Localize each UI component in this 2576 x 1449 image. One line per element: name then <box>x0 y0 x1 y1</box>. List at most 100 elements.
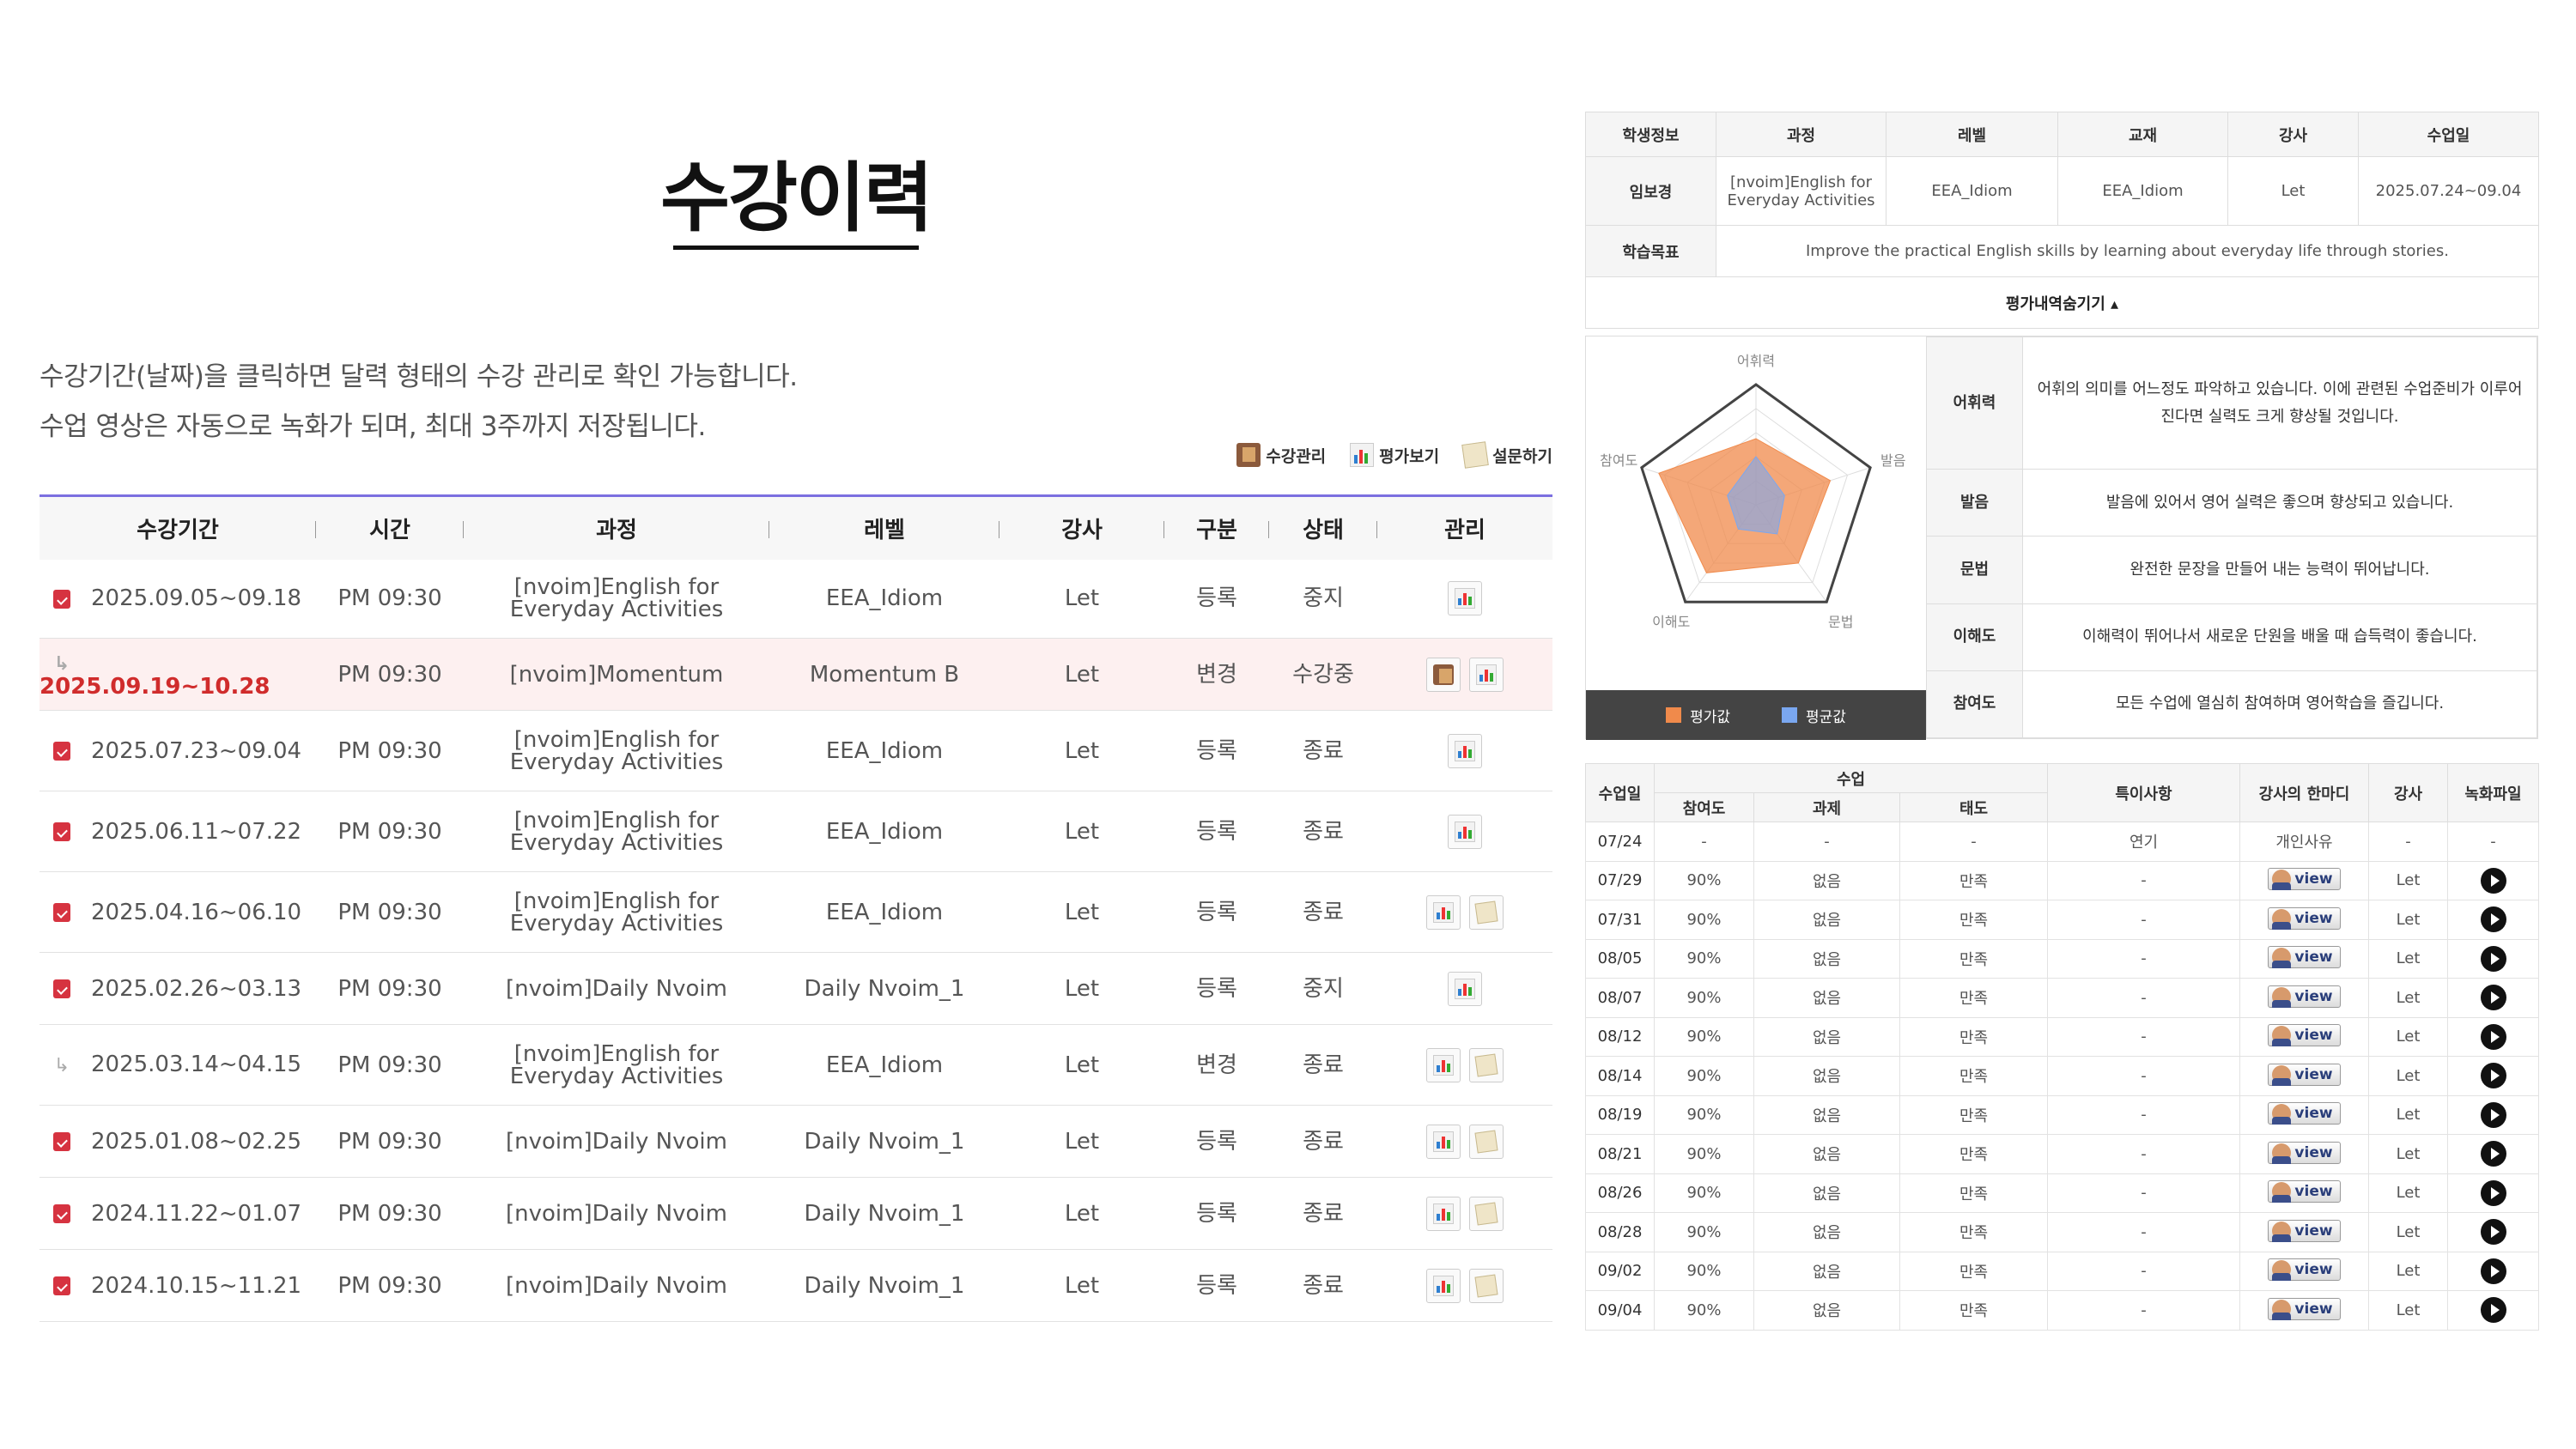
survey-row-button[interactable] <box>1469 1047 1504 1082</box>
teacher-comment-view-button[interactable]: view <box>2268 1063 2341 1086</box>
legend-score-swatch <box>1666 707 1682 723</box>
view-evaluation-label: 평가보기 <box>1379 446 1440 466</box>
period-cell[interactable]: 2024.11.22~01.07 <box>39 1177 316 1250</box>
play-icon[interactable] <box>2480 906 2506 933</box>
course-manage-button[interactable]: 수강관리 <box>1236 443 1326 467</box>
evaluation-chart-button[interactable] <box>1426 1268 1461 1303</box>
period-cell[interactable]: 2025.07.23~09.04 <box>39 710 316 791</box>
header-teacher: 강사 <box>999 496 1164 560</box>
type-cell: 등록 <box>1164 559 1269 639</box>
legend-score: 평가값 <box>1666 705 1730 726</box>
manage-cell <box>1377 871 1552 953</box>
evaluation-chart-button[interactable] <box>1448 814 1482 849</box>
teacher-comment-cell: view <box>2239 1016 2369 1057</box>
type-cell: 변경 <box>1164 638 1269 711</box>
course-cell: [nvoim]Momentum <box>464 638 769 711</box>
book-icon <box>1236 443 1261 467</box>
teacher-comment-cell: view <box>2239 1290 2369 1331</box>
teacher-comment-cell: view <box>2239 900 2369 940</box>
survey-row-button[interactable] <box>1469 1196 1504 1231</box>
period-cell[interactable]: 2025.06.11~07.22 <box>39 791 316 872</box>
period-cell[interactable]: 2025.04.16~06.10 <box>39 871 316 953</box>
period-cell[interactable]: 2025.02.26~03.13 <box>39 952 316 1025</box>
view-evaluation-button[interactable]: 평가보기 <box>1350 443 1439 467</box>
play-icon[interactable] <box>2480 1141 2506 1167</box>
play-icon[interactable] <box>2480 1101 2506 1128</box>
period-cell[interactable]: 2025.01.08~02.25 <box>39 1105 316 1178</box>
course-manage-row-button[interactable] <box>1426 657 1461 692</box>
calendar-check-icon <box>53 742 70 761</box>
teacher-comment-view-button[interactable]: view <box>2268 1219 2341 1242</box>
period-cell[interactable]: ↳ 2025.03.14~04.15 <box>39 1024 316 1106</box>
teacher-comment-view-button[interactable]: view <box>2268 1258 2341 1282</box>
student-dates: 2025.07.24~09.04 <box>2358 156 2539 226</box>
survey-button[interactable]: 설문하기 <box>1461 441 1552 469</box>
teacher: Let <box>2368 1016 2448 1057</box>
teacher-comment-view-button[interactable]: view <box>2268 1102 2341 1125</box>
period-text[interactable]: 2025.07.23~09.04 <box>91 738 301 764</box>
evaluation-chart-button[interactable] <box>1448 733 1482 768</box>
period-text[interactable]: 2024.11.22~01.07 <box>91 1201 301 1227</box>
play-icon[interactable] <box>2480 1179 2506 1206</box>
teacher: - <box>2368 822 2448 862</box>
period-text[interactable]: 2025.09.05~09.18 <box>91 585 301 611</box>
teacher-comment-view-button[interactable]: view <box>2268 1141 2341 1164</box>
period-text[interactable]: 2024.10.15~11.21 <box>91 1273 301 1299</box>
teacher-comment-view-button[interactable]: view <box>2268 906 2341 930</box>
attitude: 만족 <box>1899 1056 2048 1096</box>
teacher-comment-view-button[interactable]: view <box>2268 1297 2341 1320</box>
teacher-comment-view-button[interactable]: view <box>2268 946 2341 969</box>
play-icon[interactable] <box>2480 945 2506 972</box>
evaluation-chart-button[interactable] <box>1448 581 1482 616</box>
hide-evaluation-toggle[interactable]: 평가내역숨기기 ▴ <box>1585 276 2539 329</box>
participation: 90% <box>1654 1056 1754 1096</box>
manage-cell <box>1377 559 1552 639</box>
evaluation-chart-button[interactable] <box>1426 1124 1461 1159</box>
period-cell[interactable]: 2025.09.05~09.18 <box>39 559 316 639</box>
survey-row-button[interactable] <box>1469 894 1504 930</box>
play-icon[interactable] <box>2480 1063 2506 1089</box>
teacher-comment-view-button[interactable]: view <box>2268 868 2341 891</box>
period-text[interactable]: 2025.09.19~10.28 <box>39 674 270 700</box>
period-cell[interactable]: 2024.10.15~11.21 <box>39 1249 316 1322</box>
class-date: 09/04 <box>1585 1290 1655 1331</box>
play-icon[interactable] <box>2480 1258 2506 1284</box>
play-icon[interactable] <box>2480 1297 2506 1324</box>
period-text[interactable]: 2025.06.11~07.22 <box>91 819 301 845</box>
survey-row-button[interactable] <box>1469 1124 1504 1159</box>
period-text[interactable]: 2025.01.08~02.25 <box>91 1129 301 1155</box>
status-cell: 종료 <box>1269 791 1377 872</box>
attitude: 만족 <box>1899 1173 2048 1213</box>
radar-axis-label: 발음 <box>1880 452 1905 469</box>
calendar-check-icon <box>53 1204 70 1223</box>
play-icon[interactable] <box>2480 867 2506 894</box>
survey-row-button[interactable] <box>1469 1268 1504 1303</box>
evaluation-chart-button[interactable] <box>1448 971 1482 1006</box>
history-row: 2025.07.23~09.04 PM 09:30 [nvoim]English… <box>39 710 1552 791</box>
teacher-avatar-icon <box>2272 986 2292 1008</box>
class-date: 08/26 <box>1585 1173 1655 1213</box>
attitude: 만족 <box>1899 938 2048 979</box>
history-table: 수강기간 시간 과정 레벨 강사 구분 상태 관리 2025.09.05~09.… <box>39 494 1552 1322</box>
teacher-comment-view-button[interactable]: view <box>2268 985 2341 1008</box>
evaluation-chart-button[interactable] <box>1426 894 1461 930</box>
period-text[interactable]: 2025.03.14~04.15 <box>91 1052 301 1077</box>
participation: 90% <box>1654 1016 1754 1057</box>
period-cell[interactable]: ↳2025.09.19~10.28 <box>39 638 316 711</box>
evaluation-chart-button[interactable] <box>1426 1047 1461 1082</box>
eval-category: 문법 <box>1926 536 2023 604</box>
play-icon[interactable] <box>2480 1023 2506 1050</box>
evaluation-chart-button[interactable] <box>1426 1196 1461 1231</box>
header-recording: 녹화파일 <box>2447 763 2539 822</box>
evaluation-chart-button[interactable] <box>1469 657 1504 692</box>
history-row: 2024.10.15~11.21 PM 09:30 [nvoim]Daily N… <box>39 1249 1552 1322</box>
period-text[interactable]: 2025.04.16~06.10 <box>91 900 301 925</box>
teacher-cell: Let <box>999 871 1164 953</box>
view-label: view <box>2294 1261 2333 1279</box>
teacher-comment-view-button[interactable]: view <box>2268 1024 2341 1047</box>
teacher-comment-view-button[interactable]: view <box>2268 1180 2341 1203</box>
play-icon[interactable] <box>2480 1219 2506 1246</box>
period-text[interactable]: 2025.02.26~03.13 <box>91 976 301 1002</box>
play-icon[interactable] <box>2480 985 2506 1011</box>
recording-cell <box>2447 1056 2539 1096</box>
